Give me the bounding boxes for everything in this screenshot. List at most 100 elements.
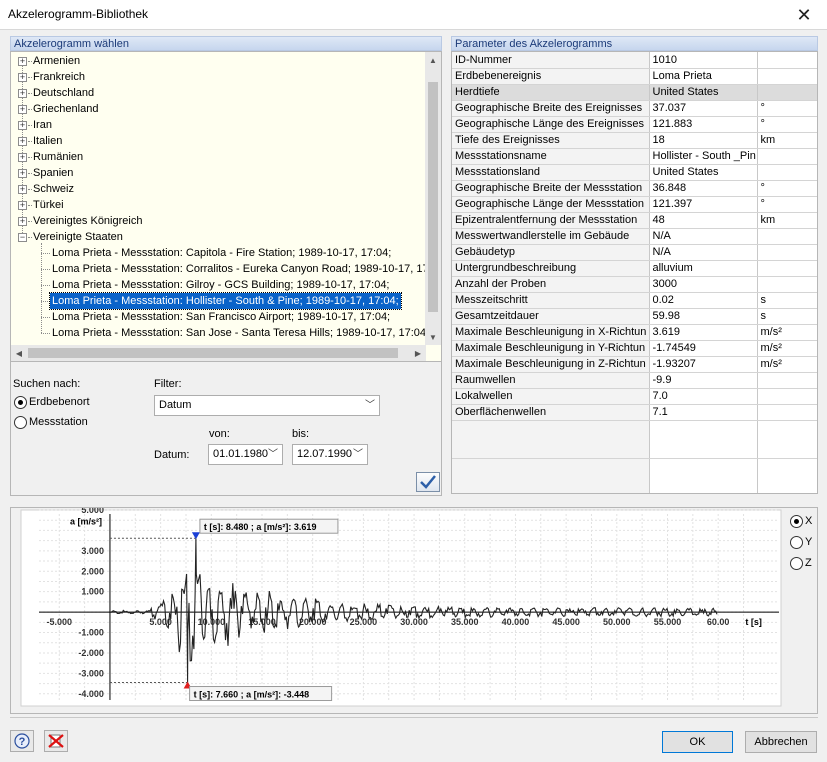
x-tick-label: 55.000 bbox=[654, 617, 682, 627]
expand-icon[interactable]: + bbox=[18, 121, 27, 130]
window-title: Akzelerogramm-Bibliothek bbox=[8, 7, 149, 21]
expand-icon[interactable]: + bbox=[18, 153, 27, 162]
radio-direction-z[interactable] bbox=[790, 557, 803, 570]
tree-node-country[interactable]: + Türkei bbox=[11, 197, 421, 213]
radio-earthquake[interactable] bbox=[14, 396, 27, 409]
date-to-value: 12.07.1990 bbox=[297, 448, 353, 460]
tree-node-station[interactable]: Loma Prieta - Messstation: Corralitos - … bbox=[11, 261, 441, 277]
tree-node-station[interactable]: Loma Prieta - Messstation: Hollister - S… bbox=[11, 292, 421, 310]
tree-node-country[interactable]: + Vereinigtes Königreich bbox=[11, 213, 421, 229]
parameter-row[interactable]: Messwertwandlerstelle im Gebäude N/A bbox=[452, 228, 817, 245]
scroll-right-icon[interactable]: ▶ bbox=[410, 345, 426, 361]
parameter-row[interactable]: Gesamtzeitdauer 59.98 s bbox=[452, 308, 817, 325]
date-from-select[interactable]: 01.01.1980 ﹀ bbox=[208, 444, 283, 465]
tree-horizontal-scrollbar[interactable]: ◀ ▶ bbox=[11, 345, 426, 361]
tree-connector bbox=[28, 77, 32, 78]
close-icon[interactable]: ✕ bbox=[781, 0, 827, 30]
parameter-row[interactable]: Tiefe des Ereignisses 18 km bbox=[452, 132, 817, 149]
parameter-row[interactable]: Gebäudetyp N/A bbox=[452, 244, 817, 261]
tree-country-label: Armenien bbox=[33, 55, 81, 67]
parameter-row[interactable]: Lokalwellen 7.0 bbox=[452, 388, 817, 405]
parameter-value: Loma Prieta bbox=[649, 68, 758, 85]
x-tick-label: 50.000 bbox=[603, 617, 631, 627]
scroll-left-icon[interactable]: ◀ bbox=[11, 345, 27, 361]
tree-node-station[interactable]: Loma Prieta - Messstation: San Francisco… bbox=[11, 309, 421, 325]
accelerogram-tree[interactable]: + Armenien + Frankreich + Deutschland + Grieche… bbox=[10, 51, 442, 362]
search-panel: Suchen nach: Erdbebenort Messstation Fil… bbox=[10, 362, 442, 496]
parameter-name: Geographische Länge des Ereignisses bbox=[452, 116, 650, 133]
expand-icon[interactable]: + bbox=[18, 57, 27, 66]
tree-vertical-scrollbar[interactable]: ▲ ▼ bbox=[425, 52, 441, 345]
parameter-row[interactable]: Maximale Beschleunigung in X-Richtun 3.61… bbox=[452, 324, 817, 341]
parameter-name: Maximale Beschleunigung in Y-Richtun bbox=[452, 340, 650, 357]
tree-connector bbox=[28, 157, 32, 158]
parameter-row[interactable]: Messstationsland United States bbox=[452, 164, 817, 181]
tree-node-country[interactable]: + Armenien bbox=[11, 53, 421, 69]
cancel-button[interactable]: Abbrechen bbox=[745, 731, 817, 753]
expand-icon[interactable]: + bbox=[18, 105, 27, 114]
date-to-select[interactable]: 12.07.1990 ﹀ bbox=[292, 444, 368, 465]
tree-node-country[interactable]: + Deutschland bbox=[11, 85, 421, 101]
parameter-row[interactable]: Herdtiefe United States bbox=[452, 84, 817, 101]
parameter-unit bbox=[757, 260, 817, 277]
parameter-row[interactable]: Anzahl der Proben 3000 bbox=[452, 276, 817, 293]
scroll-thumb[interactable] bbox=[28, 348, 398, 358]
parameter-name: Herdtiefe bbox=[452, 84, 650, 101]
tree-node-country[interactable]: + Griechenland bbox=[11, 101, 421, 117]
expand-icon[interactable]: + bbox=[18, 73, 27, 82]
tree-node-country[interactable]: − Vereinigte Staaten bbox=[11, 229, 421, 245]
expand-icon[interactable]: + bbox=[18, 169, 27, 178]
parameter-row[interactable]: Raumwellen -9.9 bbox=[452, 372, 817, 389]
expand-icon[interactable]: + bbox=[18, 217, 27, 226]
parameter-value: 121.397 bbox=[649, 196, 758, 213]
parameter-name: Gesamtzeitdauer bbox=[452, 308, 650, 325]
expand-icon[interactable]: + bbox=[18, 185, 27, 194]
parameter-row[interactable]: ID-Nummer 1010 bbox=[452, 52, 817, 69]
parameter-row[interactable]: Geographische Länge des Ereignisses 121.8… bbox=[452, 116, 817, 133]
parameter-row[interactable]: Erdbebenereignis Loma Prieta bbox=[452, 68, 817, 85]
parameter-row[interactable]: Oberflächenwellen 7.1 bbox=[452, 404, 817, 421]
radio-station[interactable] bbox=[14, 416, 27, 429]
scroll-thumb[interactable] bbox=[428, 82, 438, 312]
scroll-up-icon[interactable]: ▲ bbox=[425, 52, 441, 68]
tree-node-country[interactable]: + Iran bbox=[11, 117, 421, 133]
parameter-row[interactable]: Geographische Breite des Ereignisses 37.0… bbox=[452, 100, 817, 117]
parameter-row[interactable]: Geographische Länge der Messstation 121.3… bbox=[452, 196, 817, 213]
tree-country-label: Spanien bbox=[33, 167, 74, 179]
ok-button[interactable]: OK bbox=[662, 731, 733, 753]
parameter-row[interactable]: Messzeitschritt 0.02 s bbox=[452, 292, 817, 309]
parameter-unit: km bbox=[757, 132, 817, 149]
radio-direction-y[interactable] bbox=[790, 536, 803, 549]
expand-icon[interactable]: + bbox=[18, 137, 27, 146]
tree-node-country[interactable]: + Rumänien bbox=[11, 149, 421, 165]
expand-icon[interactable]: + bbox=[18, 201, 27, 210]
filter-select[interactable]: Datum ﹀ bbox=[154, 395, 380, 416]
tree-connector bbox=[28, 189, 32, 190]
parameter-row[interactable]: Untergrundbeschreibung alluvium bbox=[452, 260, 817, 277]
radio-direction-x[interactable] bbox=[790, 515, 803, 528]
parameter-row[interactable]: Geographische Breite der Messstation 36.8… bbox=[452, 180, 817, 197]
tree-node-station[interactable]: Loma Prieta - Messstation: Gilroy - GCS … bbox=[11, 277, 421, 293]
parameter-unit bbox=[757, 164, 817, 181]
tree-node-station[interactable]: Loma Prieta - Messstation: Capitola - Fi… bbox=[11, 245, 421, 261]
collapse-icon[interactable]: − bbox=[18, 233, 27, 242]
parameter-name: Geographische Breite des Ereignisses bbox=[452, 100, 650, 117]
scroll-down-icon[interactable]: ▼ bbox=[425, 329, 441, 345]
parameter-row[interactable]: Maximale Beschleunigung in Y-Richtun -1.7… bbox=[452, 340, 817, 357]
apply-filter-button[interactable] bbox=[416, 472, 440, 492]
tree-node-country[interactable]: + Spanien bbox=[11, 165, 421, 181]
parameter-value: -9.9 bbox=[649, 372, 758, 389]
parameter-row[interactable]: Messstationsname Hollister - South _Pin bbox=[452, 148, 817, 165]
parameter-row[interactable]: Maximale Beschleunigung in Z-Richtun -1.9… bbox=[452, 356, 817, 373]
tree-node-country[interactable]: + Frankreich bbox=[11, 69, 421, 85]
parameter-row[interactable]: Epizentralentfernung der Messstation 48 km bbox=[452, 212, 817, 229]
help-button[interactable]: ? bbox=[10, 730, 34, 752]
delete-button[interactable] bbox=[44, 730, 68, 752]
parameter-name: Geographische Länge der Messstation bbox=[452, 196, 650, 213]
tree-node-country[interactable]: + Italien bbox=[11, 133, 421, 149]
parameter-unit: s bbox=[757, 292, 817, 309]
tree-node-country[interactable]: + Schweiz bbox=[11, 181, 421, 197]
tree-node-station[interactable]: Loma Prieta - Messstation: San Jose - Sa… bbox=[11, 325, 429, 341]
filter-label: Filter: bbox=[154, 378, 182, 390]
expand-icon[interactable]: + bbox=[18, 89, 27, 98]
